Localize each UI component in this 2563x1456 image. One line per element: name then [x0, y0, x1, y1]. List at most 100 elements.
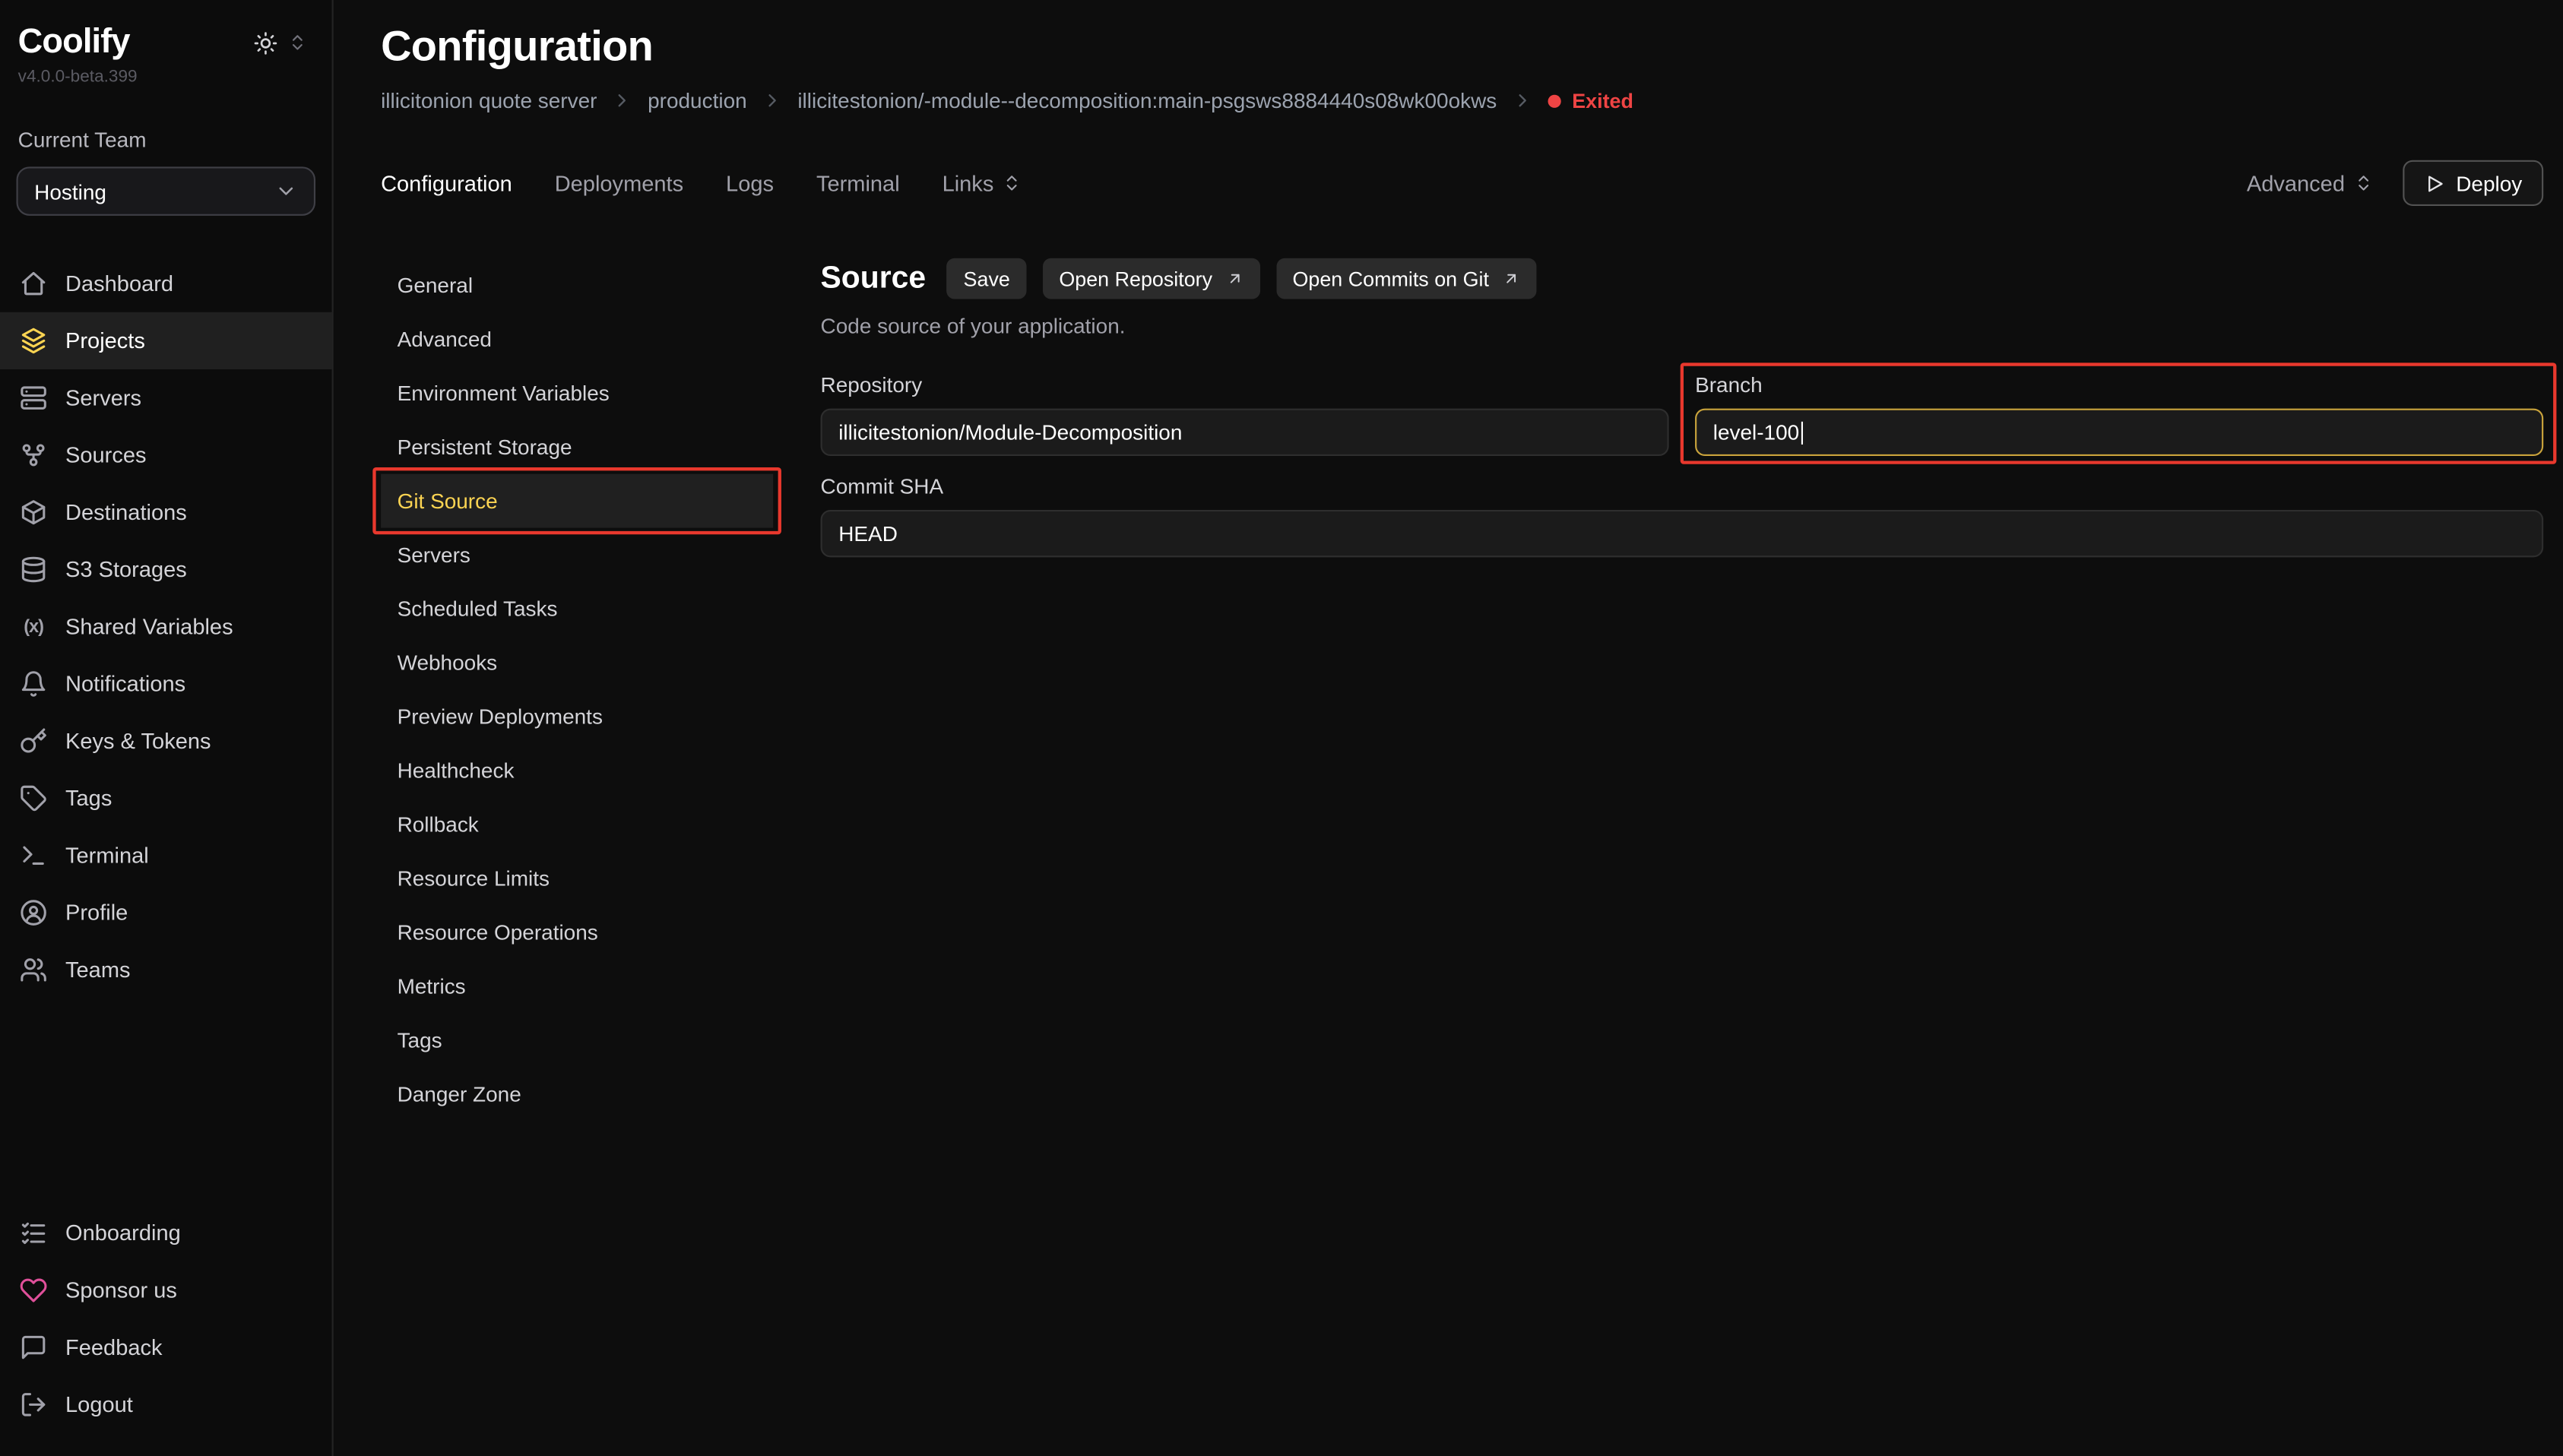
chevrons-up-down-icon[interactable] — [287, 33, 307, 52]
team-select-value: Hosting — [34, 179, 106, 203]
team-select[interactable]: Hosting — [17, 166, 316, 216]
key-icon — [20, 727, 48, 755]
logo-row: Coolify — [0, 23, 332, 62]
advanced-toggle[interactable]: Advanced — [2247, 171, 2373, 195]
sidebar-item-teams[interactable]: Teams — [0, 942, 332, 999]
chevrons-up-down-icon — [1002, 173, 1022, 193]
breadcrumb-application[interactable]: illicitestonion/-module--decomposition:m… — [797, 88, 1497, 112]
sidebar-item-feedback[interactable]: Feedback — [0, 1318, 332, 1375]
sidebar-nav: Dashboard Projects Servers Sources Desti… — [0, 255, 332, 998]
subnav-item-webhooks[interactable]: Webhooks — [381, 636, 773, 690]
source-panel: Source Save Open Repository Open Commits… — [821, 258, 2544, 1456]
subnav-item-scheduled-tasks[interactable]: Scheduled Tasks — [381, 582, 773, 636]
tab-links[interactable]: Links — [943, 171, 1022, 195]
sidebar-item-destinations[interactable]: Destinations — [0, 484, 332, 541]
sidebar-item-s3-storages[interactable]: S3 Storages — [0, 541, 332, 598]
branch-input[interactable]: level-100 — [1695, 409, 2543, 456]
open-commits-button[interactable]: Open Commits on Git — [1276, 258, 1536, 299]
sidebar-item-label: Logout — [65, 1392, 133, 1416]
user-circle-icon — [20, 899, 48, 927]
database-icon — [20, 555, 48, 584]
page-title: Configuration — [381, 21, 2543, 72]
sidebar-item-label: Terminal — [65, 844, 149, 868]
terminal-icon — [20, 842, 48, 870]
tab-deployments[interactable]: Deployments — [555, 171, 683, 195]
home-icon — [20, 270, 48, 298]
tabs-row: Configuration Deployments Logs Terminal … — [381, 160, 2543, 206]
repository-input[interactable]: illicitestonion/Module-Decomposition — [821, 409, 1669, 456]
subnav-item-resource-operations[interactable]: Resource Operations — [381, 905, 773, 959]
app-logo: Coolify — [18, 23, 130, 62]
users-icon — [20, 956, 48, 984]
sidebar-item-sponsor-us[interactable]: Sponsor us — [0, 1261, 332, 1318]
open-repository-button[interactable]: Open Repository — [1043, 258, 1260, 299]
deploy-button[interactable]: Deploy — [2402, 160, 2543, 206]
subnav-item-environment-variables[interactable]: Environment Variables — [381, 366, 773, 420]
sidebar-item-dashboard[interactable]: Dashboard — [0, 255, 332, 312]
advanced-label: Advanced — [2247, 171, 2345, 195]
bell-icon — [20, 670, 48, 698]
sidebar-item-sources[interactable]: Sources — [0, 426, 332, 483]
sidebar-item-label: Destinations — [65, 500, 187, 524]
commit-sha-label: Commit SHA — [821, 474, 2544, 499]
commit-sha-value: HEAD — [838, 521, 898, 546]
configuration-content: General Advanced Environment Variables P… — [381, 258, 2543, 1456]
chevron-down-icon — [274, 180, 297, 203]
sidebar-item-shared-variables[interactable]: (x) Shared Variables — [0, 598, 332, 655]
tab-configuration[interactable]: Configuration — [381, 171, 512, 195]
commit-sha-input[interactable]: HEAD — [821, 510, 2544, 557]
chevron-right-icon — [762, 90, 783, 111]
sidebar-item-label: S3 Storages — [65, 557, 187, 581]
sidebar-item-onboarding[interactable]: Onboarding — [0, 1204, 332, 1261]
subnav-item-healthcheck[interactable]: Healthcheck — [381, 743, 773, 797]
sidebar-item-notifications[interactable]: Notifications — [0, 655, 332, 712]
sidebar-item-logout[interactable]: Logout — [0, 1376, 332, 1433]
subnav-item-preview-deployments[interactable]: Preview Deployments — [381, 690, 773, 744]
git-fork-icon — [20, 442, 48, 470]
sidebar: Coolify v4.0.0-beta.399 Current Team Hos… — [0, 0, 334, 1456]
breadcrumb-project[interactable]: illicitonion quote server — [381, 88, 597, 112]
version-label: v4.0.0-beta.399 — [0, 62, 332, 87]
subnav-item-metrics[interactable]: Metrics — [381, 959, 773, 1013]
sidebar-item-label: Profile — [65, 901, 128, 925]
chevron-right-icon — [1512, 90, 1533, 111]
subnav-item-servers[interactable]: Servers — [381, 528, 773, 582]
tab-logs[interactable]: Logs — [726, 171, 774, 195]
subnav-item-advanced[interactable]: Advanced — [381, 312, 773, 366]
sidebar-item-label: Onboarding — [65, 1220, 181, 1245]
tab-terminal[interactable]: Terminal — [816, 171, 900, 195]
sidebar-item-label: Tags — [65, 786, 112, 810]
subnav-item-persistent-storage[interactable]: Persistent Storage — [381, 420, 773, 474]
main-content: Configuration illicitonion quote server … — [334, 0, 2563, 1456]
sidebar-item-label: Sources — [65, 443, 147, 467]
text-cursor — [1801, 421, 1803, 444]
repository-field: Repository illicitestonion/Module-Decomp… — [821, 372, 1669, 456]
sidebar-item-projects[interactable]: Projects — [0, 312, 332, 369]
sidebar-item-label: Servers — [65, 386, 141, 410]
tag-icon — [20, 784, 48, 812]
subnav-item-resource-limits[interactable]: Resource Limits — [381, 851, 773, 905]
breadcrumb-environment[interactable]: production — [648, 88, 747, 112]
sidebar-item-servers[interactable]: Servers — [0, 369, 332, 426]
subnav-item-danger-zone[interactable]: Danger Zone — [381, 1067, 773, 1121]
sidebar-item-label: Dashboard — [65, 271, 173, 296]
sidebar-item-profile[interactable]: Profile — [0, 884, 332, 941]
sidebar-item-label: Shared Variables — [65, 615, 233, 639]
subnav-item-git-source[interactable]: Git Source — [381, 474, 773, 528]
chevrons-up-down-icon — [2353, 173, 2373, 193]
sidebar-item-keys-tokens[interactable]: Keys & Tokens — [0, 713, 332, 770]
subnav-item-rollback[interactable]: Rollback — [381, 797, 773, 851]
subnav-item-general[interactable]: General — [381, 258, 773, 312]
status-dot — [1548, 94, 1560, 107]
sidebar-item-terminal[interactable]: Terminal — [0, 827, 332, 884]
configuration-subnav: General Advanced Environment Variables P… — [381, 258, 820, 1456]
external-link-icon — [1225, 270, 1243, 288]
save-button[interactable]: Save — [947, 258, 1026, 299]
sidebar-item-label: Feedback — [65, 1335, 163, 1359]
source-description: Code source of your application. — [821, 314, 2544, 338]
subnav-item-tags[interactable]: Tags — [381, 1013, 773, 1067]
sidebar-item-tags[interactable]: Tags — [0, 770, 332, 827]
status-text: Exited — [1572, 89, 1633, 112]
sun-icon[interactable] — [253, 30, 277, 55]
checklist-icon — [20, 1219, 48, 1247]
